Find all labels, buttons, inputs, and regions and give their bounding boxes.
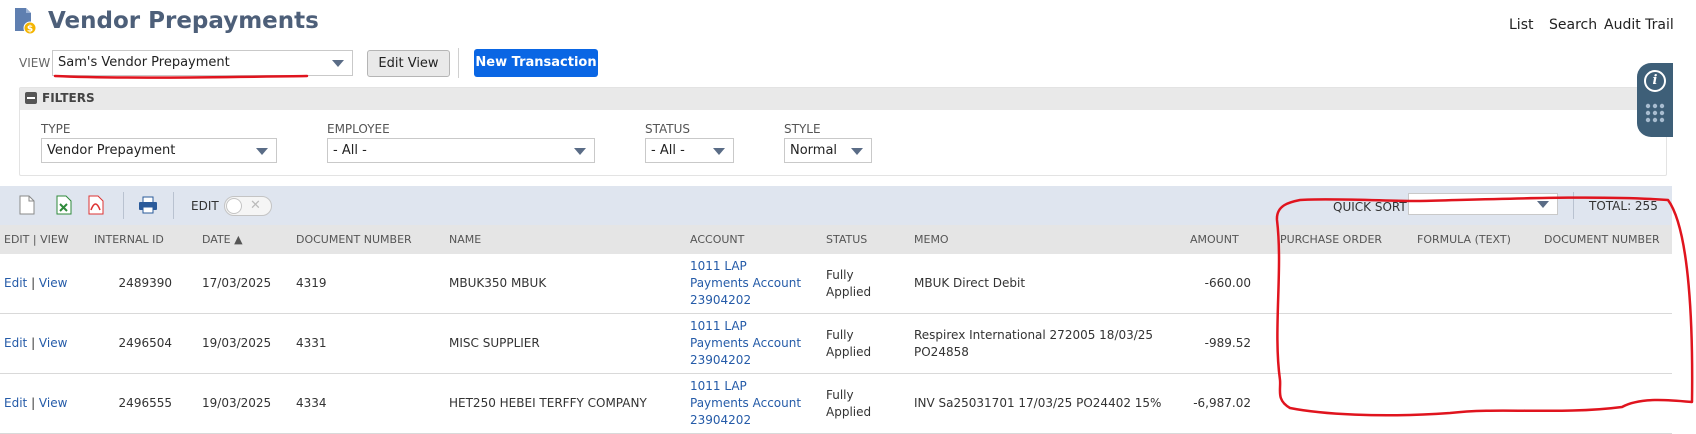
side-widget[interactable]: i (1637, 63, 1673, 137)
export-excel-icon[interactable] (55, 195, 73, 215)
view-label: VIEW (19, 56, 51, 70)
view-link[interactable]: View (39, 276, 67, 290)
view-select-value: Sam's Vendor Prepayment (58, 55, 230, 70)
column-header-document-number-2[interactable]: DOCUMENT NUMBER (1544, 233, 1660, 246)
name-cell: MISC SUPPLIER (449, 336, 540, 350)
account-link[interactable]: 1011 LAP Payments Account 23904202 (690, 318, 801, 369)
divider (458, 48, 459, 78)
inline-edit-toggle[interactable]: ✕ (224, 196, 272, 216)
status-filter-value: - All - (651, 143, 685, 158)
info-icon[interactable]: i (1644, 70, 1666, 92)
internal-id-cell: 2496504 (118, 336, 172, 350)
edit-link[interactable]: Edit (4, 396, 27, 410)
employee-filter-select[interactable]: - All - (327, 138, 595, 163)
quick-sort-label: QUICK SORT (1333, 200, 1407, 214)
status-cell: Fully Applied (826, 388, 872, 419)
quick-sort-select[interactable] (1408, 193, 1558, 215)
column-header-date[interactable]: DATE ▲ (202, 233, 243, 246)
filters-title: FILTERS (42, 91, 95, 105)
column-header-memo[interactable]: MEMO (914, 233, 949, 246)
page-icon: $ (13, 7, 37, 35)
divider (173, 192, 174, 219)
export-csv-icon[interactable] (18, 195, 36, 215)
keypad-icon[interactable] (1645, 103, 1665, 123)
name-cell: MBUK350 MBUK (449, 276, 547, 290)
close-icon: ✕ (250, 198, 261, 213)
account-link[interactable]: 1011 LAP Payments Account 23904202 (690, 258, 801, 309)
column-header-formula-text[interactable]: FORMULA (TEXT) (1417, 233, 1511, 246)
svg-text:$: $ (27, 25, 33, 35)
annotation-underline (53, 74, 309, 79)
date-cell: 19/03/2025 (202, 336, 272, 350)
column-header-edit-view: EDIT | VIEW (4, 233, 69, 246)
status-cell: Fully Applied (826, 268, 872, 299)
edit-toggle-label: EDIT (191, 199, 219, 213)
name-cell: HET250 HEBEI TERFFY COMPANY (449, 396, 647, 410)
edit-link[interactable]: Edit (4, 336, 27, 350)
status-cell: Fully Applied (826, 328, 872, 359)
document-number-cell: 4331 (296, 336, 327, 350)
column-header-account[interactable]: ACCOUNT (690, 233, 744, 246)
employee-filter-label: EMPLOYEE (327, 122, 390, 136)
page-title: Vendor Prepayments (48, 8, 319, 34)
memo-cell: Respirex International 272005 18/03/25 PO… (914, 328, 1154, 359)
chevron-down-icon (1537, 201, 1549, 208)
date-cell: 19/03/2025 (202, 396, 272, 410)
column-header-internal-id[interactable]: INTERNAL ID (94, 233, 164, 246)
chevron-down-icon (574, 148, 586, 155)
edit-link[interactable]: Edit (4, 276, 27, 290)
document-number-cell: 4334 (296, 396, 327, 410)
search-link[interactable]: Search (1549, 17, 1597, 33)
internal-id-cell: 2496555 (118, 396, 172, 410)
document-number-cell: 4319 (296, 276, 327, 290)
column-header-document-number[interactable]: DOCUMENT NUMBER (296, 233, 412, 246)
type-filter-select[interactable]: Vendor Prepayment (41, 138, 277, 163)
view-select[interactable]: Sam's Vendor Prepayment (52, 50, 353, 76)
column-header-status[interactable]: STATUS (826, 233, 867, 246)
style-filter-label: STYLE (784, 122, 821, 136)
status-filter-select[interactable]: - All - (645, 138, 734, 163)
type-filter-value: Vendor Prepayment (47, 143, 176, 158)
filters-header[interactable] (20, 88, 1666, 110)
amount-cell: -989.52 (1204, 336, 1251, 350)
column-header-name[interactable]: NAME (449, 233, 481, 246)
chevron-down-icon (713, 148, 725, 155)
print-icon[interactable] (138, 195, 158, 215)
chevron-down-icon (851, 148, 863, 155)
chevron-down-icon (256, 148, 268, 155)
internal-id-cell: 2489390 (118, 276, 172, 290)
new-transaction-button[interactable]: New Transaction (474, 49, 598, 77)
date-cell: 17/03/2025 (202, 276, 272, 290)
amount-cell: -660.00 (1204, 276, 1251, 290)
column-header-purchase-order[interactable]: PURCHASE ORDER (1280, 233, 1382, 246)
list-link[interactable]: List (1509, 17, 1533, 33)
collapse-icon[interactable] (25, 92, 37, 104)
account-link[interactable]: 1011 LAP Payments Account 23904202 (690, 378, 801, 429)
memo-cell: INV Sa25031701 17/03/25 PO24402 15% (914, 396, 1162, 410)
type-filter-label: TYPE (41, 122, 71, 136)
employee-filter-value: - All - (333, 143, 367, 158)
amount-cell: -6,987.02 (1193, 396, 1251, 410)
toggle-knob (226, 198, 242, 214)
style-filter-value: Normal (790, 143, 838, 158)
memo-cell: MBUK Direct Debit (914, 276, 1026, 290)
total-count: TOTAL: 255 (1589, 199, 1658, 213)
style-filter-select[interactable]: Normal (784, 138, 872, 163)
divider (123, 192, 124, 219)
chevron-down-icon (332, 60, 344, 67)
audit-trail-link[interactable]: Audit Trail (1604, 17, 1674, 33)
column-header-amount[interactable]: AMOUNT (1190, 233, 1239, 246)
export-pdf-icon[interactable] (87, 195, 105, 215)
view-link[interactable]: View (39, 336, 67, 350)
divider (1573, 192, 1574, 219)
status-filter-label: STATUS (645, 122, 691, 136)
view-link[interactable]: View (39, 396, 67, 410)
edit-view-button[interactable]: Edit View (367, 50, 450, 77)
